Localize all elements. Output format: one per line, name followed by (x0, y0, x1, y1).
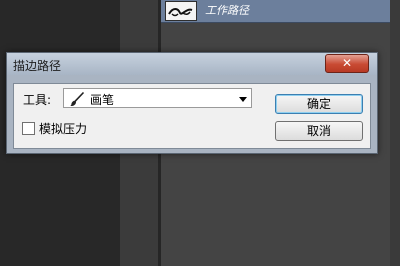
dialog-title-bar[interactable]: 描边路径 ✕ (7, 53, 377, 75)
path-thumbnail (165, 1, 197, 21)
path-name-label: 工作路径 (205, 4, 249, 17)
dialog-body: 工具: 画笔 模拟压力 确定 取消 (13, 83, 371, 149)
checkbox-box[interactable] (22, 122, 35, 135)
chevron-down-icon[interactable] (239, 97, 247, 102)
path-list-item-work-path[interactable]: 工作路径 (161, 0, 390, 23)
simulate-pressure-label[interactable]: 模拟压力 (39, 120, 87, 137)
simulate-pressure-checkbox[interactable]: 模拟压力 (22, 120, 112, 136)
tool-label: 工具: (23, 93, 52, 107)
brush-icon (70, 91, 85, 107)
cancel-button[interactable]: 取消 (275, 121, 363, 141)
stroke-path-dialog: 描边路径 ✕ 工具: 画笔 模拟压力 确定 取消 (6, 52, 378, 154)
tool-select[interactable]: 画笔 (63, 88, 252, 108)
close-button[interactable]: ✕ (325, 54, 369, 73)
panel-scroll-edge (390, 0, 400, 266)
dialog-title: 描边路径 (13, 59, 62, 73)
close-icon: ✕ (341, 56, 353, 70)
tool-select-value: 画笔 (90, 93, 115, 107)
ok-button[interactable]: 确定 (275, 94, 363, 114)
